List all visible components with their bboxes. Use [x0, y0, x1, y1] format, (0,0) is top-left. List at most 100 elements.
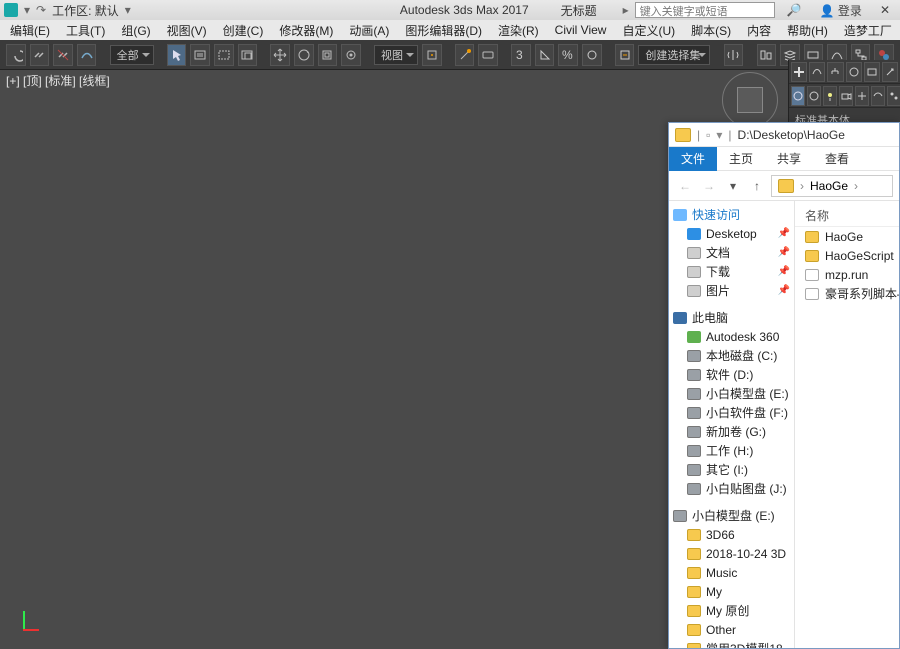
menu-rendering[interactable]: 渲染(R): [492, 22, 545, 39]
placement-icon[interactable]: [341, 44, 361, 66]
shapes-icon[interactable]: [807, 86, 821, 106]
tree-item[interactable]: 工作 (H:): [669, 441, 794, 460]
tree-this-pc[interactable]: 此电脑: [669, 308, 794, 327]
create-tab-icon[interactable]: [791, 62, 807, 82]
spacewarps-icon[interactable]: [871, 86, 885, 106]
link-icon[interactable]: [30, 44, 50, 66]
angle-snap-icon[interactable]: [535, 44, 555, 66]
column-header-name[interactable]: 名称: [795, 205, 899, 227]
tree-item[interactable]: 小白软件盘 (F:): [669, 403, 794, 422]
nav-tree[interactable]: 快速访问 Desketop📌文档📌下载📌图片📌 此电脑 Autodesk 360…: [669, 201, 795, 648]
infocenter-icon[interactable]: 🔎: [781, 3, 808, 17]
spinner-snap-icon[interactable]: [582, 44, 602, 66]
redo-arrow[interactable]: ↷: [36, 3, 46, 17]
workspace-label[interactable]: 工作区: 默认: [52, 2, 119, 19]
move-icon[interactable]: [270, 44, 290, 66]
tab-share[interactable]: 共享: [765, 147, 813, 171]
tree-item[interactable]: 新加卷 (G:): [669, 422, 794, 441]
tree-item[interactable]: 2018-10-24 3D: [669, 544, 794, 563]
tree-drive-e[interactable]: 小白模型盘 (E:): [669, 506, 794, 525]
menu-ext1[interactable]: 造梦工厂: [838, 22, 898, 39]
history-arrow[interactable]: ▾: [24, 3, 30, 17]
systems-icon[interactable]: [887, 86, 900, 106]
breadcrumb-item[interactable]: HaoGe: [810, 179, 848, 193]
menu-customize[interactable]: 自定义(U): [616, 22, 681, 39]
menu-create[interactable]: 创建(C): [217, 22, 270, 39]
undo-icon[interactable]: [6, 44, 26, 66]
percent-snap-icon[interactable]: %: [558, 44, 578, 66]
bind-icon[interactable]: [77, 44, 97, 66]
select-region-rect-icon[interactable]: [214, 44, 234, 66]
geometry-icon[interactable]: [791, 86, 805, 106]
menu-views[interactable]: 视图(V): [161, 22, 213, 39]
tree-item[interactable]: 小白模型盘 (E:): [669, 384, 794, 403]
tab-file[interactable]: 文件: [669, 147, 717, 171]
scale-icon[interactable]: [318, 44, 338, 66]
menu-animation[interactable]: 动画(A): [343, 22, 395, 39]
modify-tab-icon[interactable]: [809, 62, 825, 82]
menu-tools[interactable]: 工具(T): [60, 22, 111, 39]
display-tab-icon[interactable]: [864, 62, 880, 82]
unlink-icon[interactable]: [53, 44, 73, 66]
chevron-right-icon[interactable]: ›: [800, 179, 804, 193]
menu-help[interactable]: 帮助(H): [781, 22, 834, 39]
menu-civilview[interactable]: Civil View: [549, 23, 613, 37]
utilities-tab-icon[interactable]: [882, 62, 898, 82]
tree-item[interactable]: Autodesk 360: [669, 327, 794, 346]
address-bar[interactable]: › HaoGe ›: [771, 175, 893, 197]
tree-item[interactable]: 本地磁盘 (C:): [669, 346, 794, 365]
tree-item[interactable]: 3D66: [669, 525, 794, 544]
tree-item[interactable]: 文档📌: [669, 243, 794, 262]
tree-item[interactable]: 小白贴图盘 (J:): [669, 479, 794, 498]
viewcube[interactable]: [722, 72, 778, 128]
nav-history-icon[interactable]: ▾: [723, 176, 743, 196]
menu-content[interactable]: 内容: [741, 22, 777, 39]
viewport-label[interactable]: [+] [顶] [标准] [线框]: [6, 72, 110, 89]
menu-grapheditors[interactable]: 图形编辑器(D): [399, 22, 488, 39]
select-object-icon[interactable]: [167, 44, 187, 66]
favorites-icon[interactable]: ✕: [874, 3, 896, 17]
tree-item[interactable]: My 原创: [669, 601, 794, 620]
menu-edit[interactable]: 编辑(E): [4, 22, 56, 39]
file-row[interactable]: mzp.run: [795, 265, 899, 284]
tree-item[interactable]: 其它 (I:): [669, 460, 794, 479]
menu-group[interactable]: 组(G): [115, 22, 156, 39]
window-crossing-icon[interactable]: [238, 44, 258, 66]
keyboard-shortcut-icon[interactable]: [478, 44, 498, 66]
tree-item[interactable]: 图片📌: [669, 281, 794, 300]
named-selection-sets[interactable]: 创建选择集: [638, 45, 710, 65]
tree-quick-access[interactable]: 快速访问: [669, 205, 794, 224]
nav-back-icon[interactable]: ←: [675, 176, 695, 196]
rotate-icon[interactable]: [294, 44, 314, 66]
snap-toggle-icon[interactable]: 3: [511, 44, 531, 66]
menu-maxscript[interactable]: 脚本(S): [685, 22, 737, 39]
tree-item[interactable]: Music: [669, 563, 794, 582]
helpers-icon[interactable]: [855, 86, 869, 106]
selection-filter[interactable]: 全部: [110, 45, 154, 65]
explorer-titlebar[interactable]: | ▫ ▾ | D:\Desketop\HaoGe: [669, 123, 899, 147]
tree-item[interactable]: Desketop📌: [669, 224, 794, 243]
login-button[interactable]: 👤 登录: [814, 2, 868, 19]
chevron-right-icon[interactable]: ›: [854, 179, 858, 193]
tab-view[interactable]: 查看: [813, 147, 861, 171]
lights-icon[interactable]: [823, 86, 837, 106]
edit-named-sel-icon[interactable]: [615, 44, 635, 66]
file-row[interactable]: HaoGeScript: [795, 246, 899, 265]
file-list[interactable]: 名称 HaoGeHaoGeScriptmzp.run豪哥系列脚本—超: [795, 201, 899, 648]
use-pivot-icon[interactable]: [422, 44, 442, 66]
align-icon[interactable]: [757, 44, 777, 66]
mirror-icon[interactable]: [724, 44, 744, 66]
tree-item[interactable]: Other: [669, 620, 794, 639]
motion-tab-icon[interactable]: [846, 62, 862, 82]
menu-modifiers[interactable]: 修改器(M): [273, 22, 339, 39]
tree-item[interactable]: My: [669, 582, 794, 601]
cameras-icon[interactable]: [839, 86, 853, 106]
select-manipulate-icon[interactable]: [455, 44, 475, 66]
hierarchy-tab-icon[interactable]: [827, 62, 843, 82]
file-row[interactable]: 豪哥系列脚本—超: [795, 284, 899, 303]
file-row[interactable]: HaoGe: [795, 227, 899, 246]
ref-coord-system[interactable]: 视图: [374, 45, 418, 65]
nav-up-icon[interactable]: ↑: [747, 176, 767, 196]
tree-item[interactable]: 软件 (D:): [669, 365, 794, 384]
select-by-name-icon[interactable]: [190, 44, 210, 66]
